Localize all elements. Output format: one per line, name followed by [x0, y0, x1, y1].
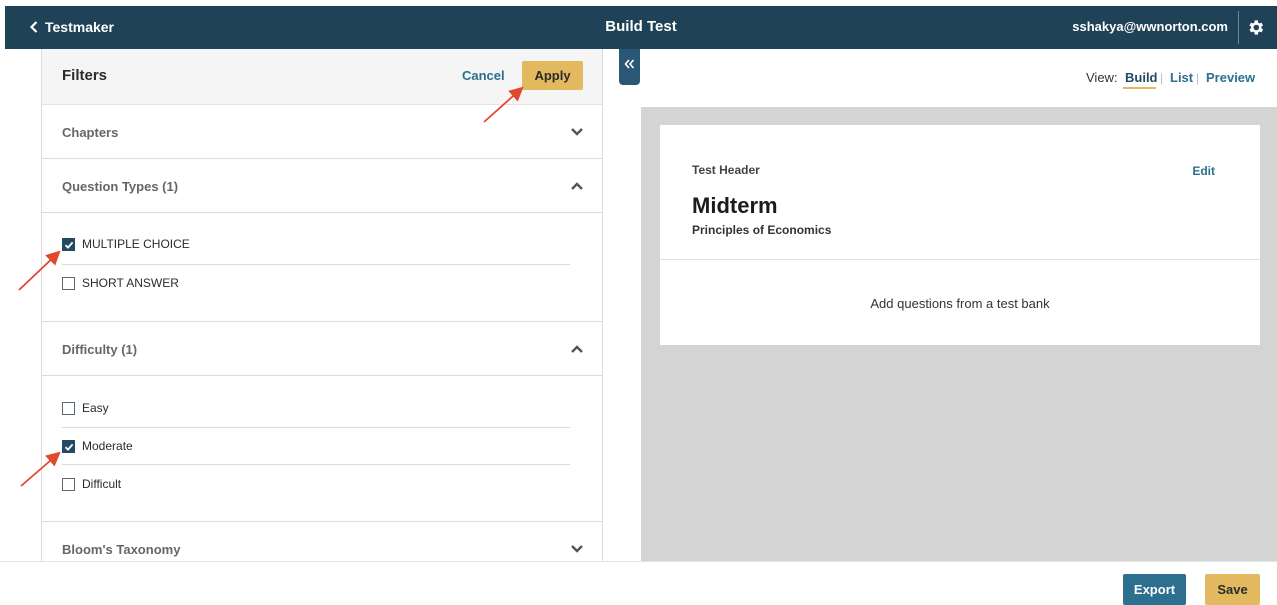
double-chevron-left-icon — [624, 59, 635, 69]
filter-section-difficulty[interactable]: Difficulty (1) — [42, 322, 602, 376]
save-button[interactable]: Save — [1205, 574, 1260, 605]
back-to-testmaker-link[interactable]: Testmaker — [29, 19, 114, 35]
card-divider — [660, 259, 1260, 260]
chevron-up-icon — [571, 182, 583, 190]
view-switcher: View: Build | List | Preview — [641, 49, 1277, 107]
chevron-left-icon — [29, 21, 38, 33]
apply-button[interactable]: Apply — [522, 61, 583, 90]
active-view-underline — [1123, 87, 1156, 89]
section-title: Difficulty (1) — [62, 342, 138, 357]
filters-header: Filters Cancel Apply — [42, 49, 602, 105]
question-types-options: MULTIPLE CHOICE SHORT ANSWER — [42, 213, 602, 322]
option-difficult[interactable]: Difficult — [62, 476, 121, 492]
checkbox-checked[interactable] — [62, 237, 75, 251]
view-preview-tab[interactable]: Preview — [1206, 70, 1255, 85]
test-header-card: Test Header Edit Midterm Principles of E… — [660, 125, 1260, 345]
filter-section-question-types[interactable]: Question Types (1) — [42, 159, 602, 213]
back-link-label: Testmaker — [45, 19, 115, 35]
checkbox-checked[interactable] — [62, 439, 75, 453]
section-title: Chapters — [62, 125, 119, 140]
option-easy[interactable]: Easy — [62, 400, 109, 416]
checkbox-unchecked[interactable] — [62, 401, 75, 415]
topbar-divider — [1238, 11, 1239, 44]
option-label: MULTIPLE CHOICE — [82, 237, 190, 251]
filters-panel: Filters Cancel Apply Chapters Question T… — [41, 49, 603, 561]
footer-bar: Export Save — [0, 561, 1277, 605]
option-divider — [62, 264, 570, 265]
option-moderate[interactable]: Moderate — [62, 438, 133, 454]
filter-section-chapters[interactable]: Chapters — [42, 105, 602, 159]
chevron-up-icon — [571, 345, 583, 353]
top-bar: Testmaker Build Test sshakya@wwnorton.co… — [5, 6, 1277, 49]
option-multiple-choice[interactable]: MULTIPLE CHOICE — [62, 236, 190, 252]
test-header-label: Test Header — [692, 163, 760, 177]
option-label: SHORT ANSWER — [82, 276, 179, 290]
view-list-tab[interactable]: List — [1170, 70, 1193, 85]
chevron-down-icon — [571, 545, 583, 553]
edit-header-link[interactable]: Edit — [1192, 164, 1215, 178]
view-separator: | — [1196, 71, 1200, 85]
user-account-menu[interactable]: sshakya@wwnorton.com — [1072, 19, 1228, 34]
option-divider — [62, 427, 570, 428]
view-label: View: — [1086, 70, 1118, 85]
empty-questions-message: Add questions from a test bank — [870, 296, 1050, 311]
section-title: Bloom's Taxonomy — [62, 542, 181, 557]
export-button[interactable]: Export — [1123, 574, 1186, 605]
option-label: Easy — [82, 401, 109, 415]
test-title: Midterm — [692, 193, 778, 218]
option-short-answer[interactable]: SHORT ANSWER — [62, 275, 179, 291]
check-icon — [64, 443, 74, 451]
section-title: Question Types (1) — [62, 179, 179, 194]
filters-title: Filters — [62, 67, 108, 84]
option-label: Difficult — [82, 477, 122, 491]
view-build-tab[interactable]: Build — [1125, 70, 1158, 85]
checkbox-unchecked[interactable] — [62, 276, 75, 290]
gear-icon[interactable] — [1246, 18, 1265, 37]
test-subtitle: Principles of Economics — [692, 223, 832, 237]
option-divider — [62, 464, 570, 465]
checkbox-unchecked[interactable] — [62, 477, 75, 491]
chevron-down-icon — [571, 128, 583, 136]
difficulty-options: Easy Moderate Difficult — [42, 376, 602, 522]
check-icon — [64, 241, 74, 249]
option-label: Moderate — [82, 439, 133, 453]
view-separator: | — [1160, 71, 1164, 85]
build-canvas: Test Header Edit Midterm Principles of E… — [641, 107, 1277, 561]
cancel-button[interactable]: Cancel — [462, 68, 505, 83]
filter-section-blooms-taxonomy[interactable]: Bloom's Taxonomy — [42, 522, 602, 561]
collapse-panel-button[interactable] — [619, 49, 640, 85]
